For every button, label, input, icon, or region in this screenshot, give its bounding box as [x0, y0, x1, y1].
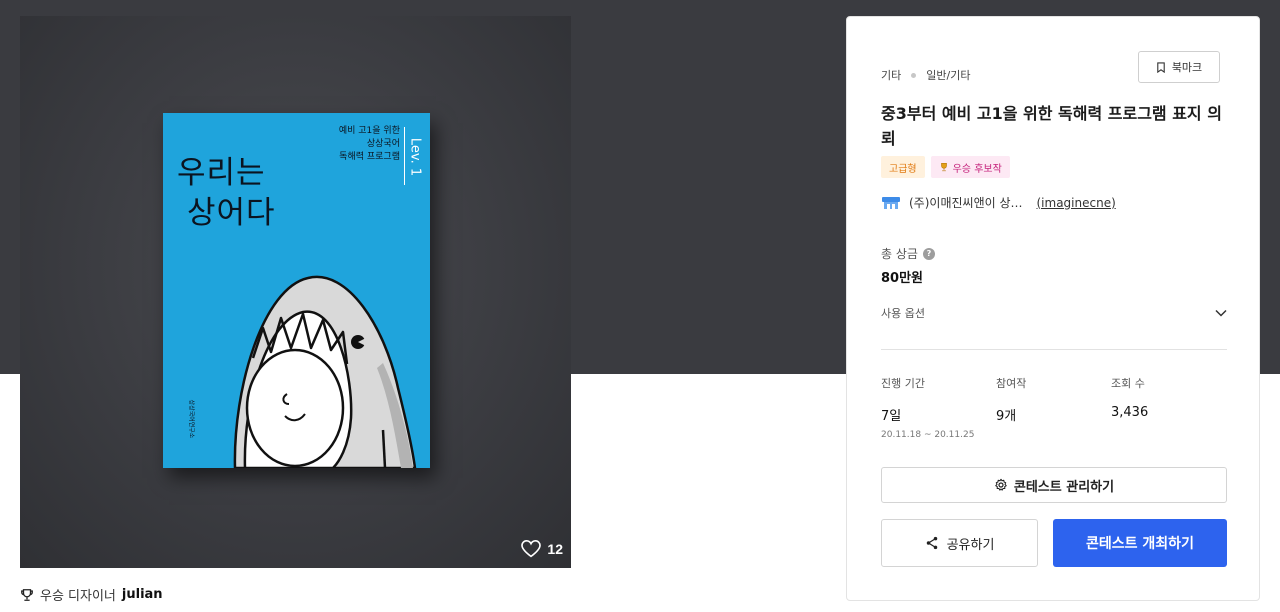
stat-period-range: 20.11.18 ~ 20.11.25: [881, 430, 975, 440]
manage-contest-button[interactable]: 콘테스트 관리하기: [881, 467, 1227, 503]
help-icon[interactable]: ?: [922, 247, 935, 260]
book-cover: 우리는 상어다 예비 고1을 위한 상상국어 독해력 프로그램 Lev. 1 상…: [163, 113, 430, 468]
stat-period-label: 진행 기간: [881, 377, 925, 390]
like-button[interactable]: 12: [521, 540, 563, 558]
share-icon: [926, 536, 937, 550]
book-subtitle: 예비 고1을 위한 상상국어 독해력 프로그램: [339, 125, 400, 164]
stat-entries-label: 참여작: [996, 377, 1027, 390]
book-subtitle-line: 상상국어: [366, 139, 400, 149]
contest-info-card: 기타 일반/기타 북마크 중3부터 예비 고1을 위한 독해력 프로그램 표지 …: [846, 16, 1260, 601]
separator-dot: [911, 72, 917, 78]
usage-options-toggle[interactable]: 사용 옵션: [881, 305, 1227, 321]
badge-list: 고급형 우승 후보작: [881, 156, 1010, 178]
host-name[interactable]: (주)이매진씨앤이 상…: [909, 194, 1023, 211]
host-id[interactable]: (imaginecne): [1037, 196, 1116, 210]
stat-entries-value: 9개: [996, 409, 1017, 424]
host-info[interactable]: (주)이매진씨앤이 상… (imaginecne): [881, 194, 1116, 211]
winner-name[interactable]: julian: [122, 587, 163, 602]
contest-stats: 진행 기간 7일 20.11.18 ~ 20.11.25 참여작 9개 조회 수…: [881, 375, 1227, 440]
winner-candidate-badge: 우승 후보작: [930, 156, 1010, 178]
stat-views: 조회 수 3,436: [1111, 375, 1226, 440]
like-count: 12: [547, 541, 563, 557]
winner-candidate-label: 우승 후보작: [952, 163, 1002, 175]
total-prize-label: 총 상금 ?: [881, 245, 935, 262]
gear-icon: [995, 478, 1007, 491]
share-button[interactable]: 공유하기: [881, 519, 1038, 567]
usage-options-label: 사용 옵션: [881, 307, 925, 320]
book-level: Lev. 1: [404, 127, 424, 187]
host-contest-button[interactable]: 콘테스트 개최하기: [1053, 519, 1227, 567]
total-prize-value: 80만원: [881, 271, 924, 286]
chevron-down-icon: [1215, 309, 1227, 317]
host-contest-label: 콘테스트 개최하기: [1086, 536, 1194, 552]
bookmark-button[interactable]: 북마크: [1138, 51, 1220, 83]
book-publisher-text: 상상국어연구소: [187, 399, 195, 439]
shark-illustration: [233, 275, 417, 468]
level-badge: 고급형: [881, 156, 925, 178]
contest-title: 중3부터 예비 고1을 위한 독해력 프로그램 표지 의뢰: [881, 104, 1222, 148]
category-sub[interactable]: 일반/기타: [926, 67, 970, 83]
book-title: 우리는 상어다: [177, 153, 276, 233]
contest-image-panel[interactable]: 우리는 상어다 예비 고1을 위한 상상국어 독해력 프로그램 Lev. 1 상…: [20, 16, 571, 568]
bookmark-icon: [1157, 61, 1165, 73]
divider: [881, 349, 1227, 350]
category-main[interactable]: 기타: [881, 67, 901, 83]
stat-period: 진행 기간 7일 20.11.18 ~ 20.11.25: [881, 375, 996, 440]
stat-views-label: 조회 수: [1111, 377, 1145, 390]
trophy-icon: [21, 588, 33, 601]
winner-designer: 우승 디자이너 julian: [20, 585, 163, 604]
winner-label: 우승 디자이너: [40, 589, 116, 604]
stat-views-value: 3,436: [1111, 405, 1149, 420]
stat-entries: 참여작 9개: [996, 375, 1111, 440]
store-icon: [882, 196, 900, 209]
manage-contest-label: 콘테스트 관리하기: [1013, 479, 1115, 495]
stat-period-value: 7일: [881, 409, 902, 424]
level-badge-label: 고급형: [889, 163, 917, 175]
book-title-line2: 상어다: [187, 195, 276, 231]
book-subtitle-line: 독해력 프로그램: [339, 152, 400, 162]
bookmark-label: 북마크: [1171, 61, 1203, 74]
book-subtitle-line: 예비 고1을 위한: [338, 126, 400, 136]
total-prize-label-text: 총 상금: [881, 247, 918, 261]
share-label: 공유하기: [946, 537, 995, 553]
trophy-icon: [940, 162, 947, 172]
category-breadcrumb: 기타 일반/기타: [881, 67, 970, 83]
book-title-line1: 우리는: [177, 155, 266, 191]
heart-icon: [521, 540, 542, 558]
book-level-text: Lev. 1: [407, 137, 423, 177]
book-publisher: 상상국어연구소: [187, 384, 197, 454]
